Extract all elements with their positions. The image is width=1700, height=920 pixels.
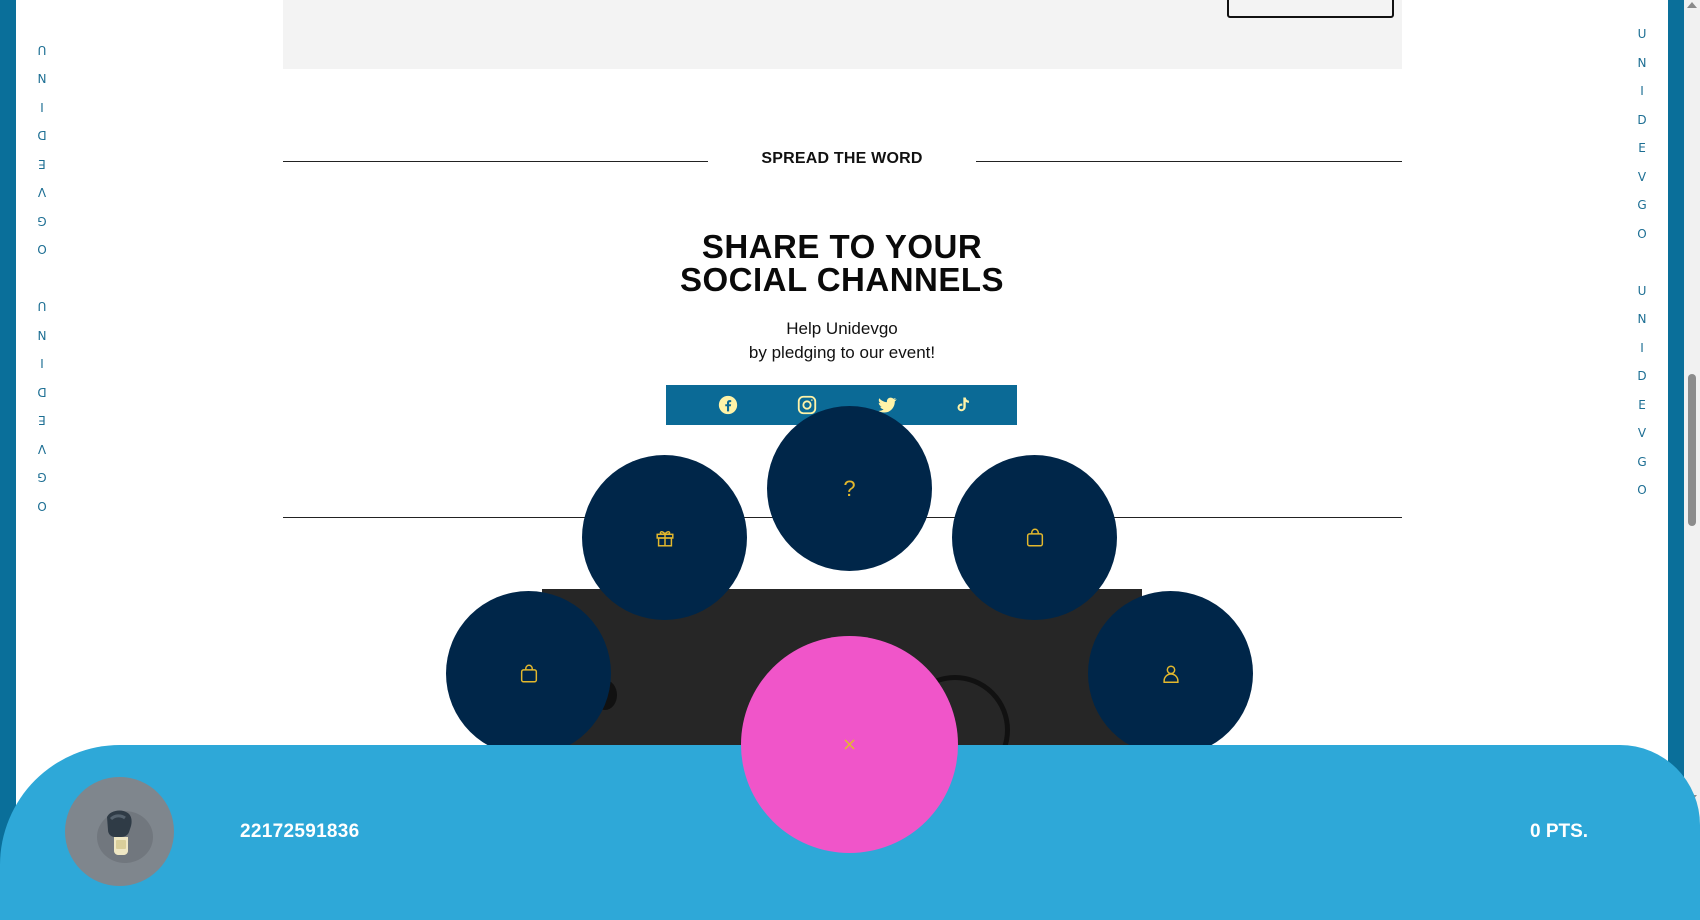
points-counter: 0 PTS. — [1530, 821, 1589, 842]
spread-the-word-heading: SPREAD THE WORD — [761, 150, 923, 167]
shopping-bag-icon — [520, 664, 537, 683]
tiktok-icon[interactable] — [950, 393, 974, 417]
gift-icon — [655, 530, 674, 547]
profile-button[interactable] — [1088, 591, 1253, 756]
vertical-brand-text-left: OGVEDINU OGVEDINU — [37, 43, 47, 513]
boxing-glove-icon — [96, 809, 153, 863]
left-border-strip — [0, 0, 16, 920]
user-id: 22172591836 — [240, 821, 360, 842]
avatar[interactable] — [65, 777, 174, 886]
divider-right — [976, 161, 1402, 162]
scroll-up-arrow-icon[interactable] — [1687, 2, 1697, 8]
shopping-bag-icon — [1026, 528, 1043, 547]
share-heading-line2: SOCIAL CHANNELS — [679, 261, 1005, 298]
user-icon — [1162, 664, 1179, 683]
share-heading-line1: SHARE TO YOUR — [701, 228, 983, 265]
vertical-brand-text-right: UNIDEVGO UNIDEVGO — [1637, 27, 1647, 497]
share-subtext-line1: Help Unidevgo — [786, 319, 898, 338]
help-icon: ? — [843, 475, 856, 501]
scrollbar-thumb[interactable] — [1688, 374, 1696, 526]
top-panel-button[interactable] — [1227, 0, 1394, 18]
facebook-icon[interactable] — [716, 393, 740, 417]
top-content-panel — [283, 0, 1402, 69]
close-icon: × — [841, 734, 858, 755]
shop-button-right[interactable] — [952, 455, 1117, 620]
share-subtext-line2: by pledging to our event! — [748, 343, 936, 362]
divider-left — [283, 161, 708, 162]
gift-button[interactable] — [582, 455, 747, 620]
close-menu-button[interactable]: × — [741, 636, 958, 853]
help-button[interactable]: ? — [767, 406, 932, 571]
share-heading: SHARE TO YOUR SOCIAL CHANNELS — [600, 230, 1084, 296]
shop-button-left[interactable] — [446, 591, 611, 756]
share-subtext: Help Unidevgo by pledging to our event! — [600, 317, 1084, 365]
